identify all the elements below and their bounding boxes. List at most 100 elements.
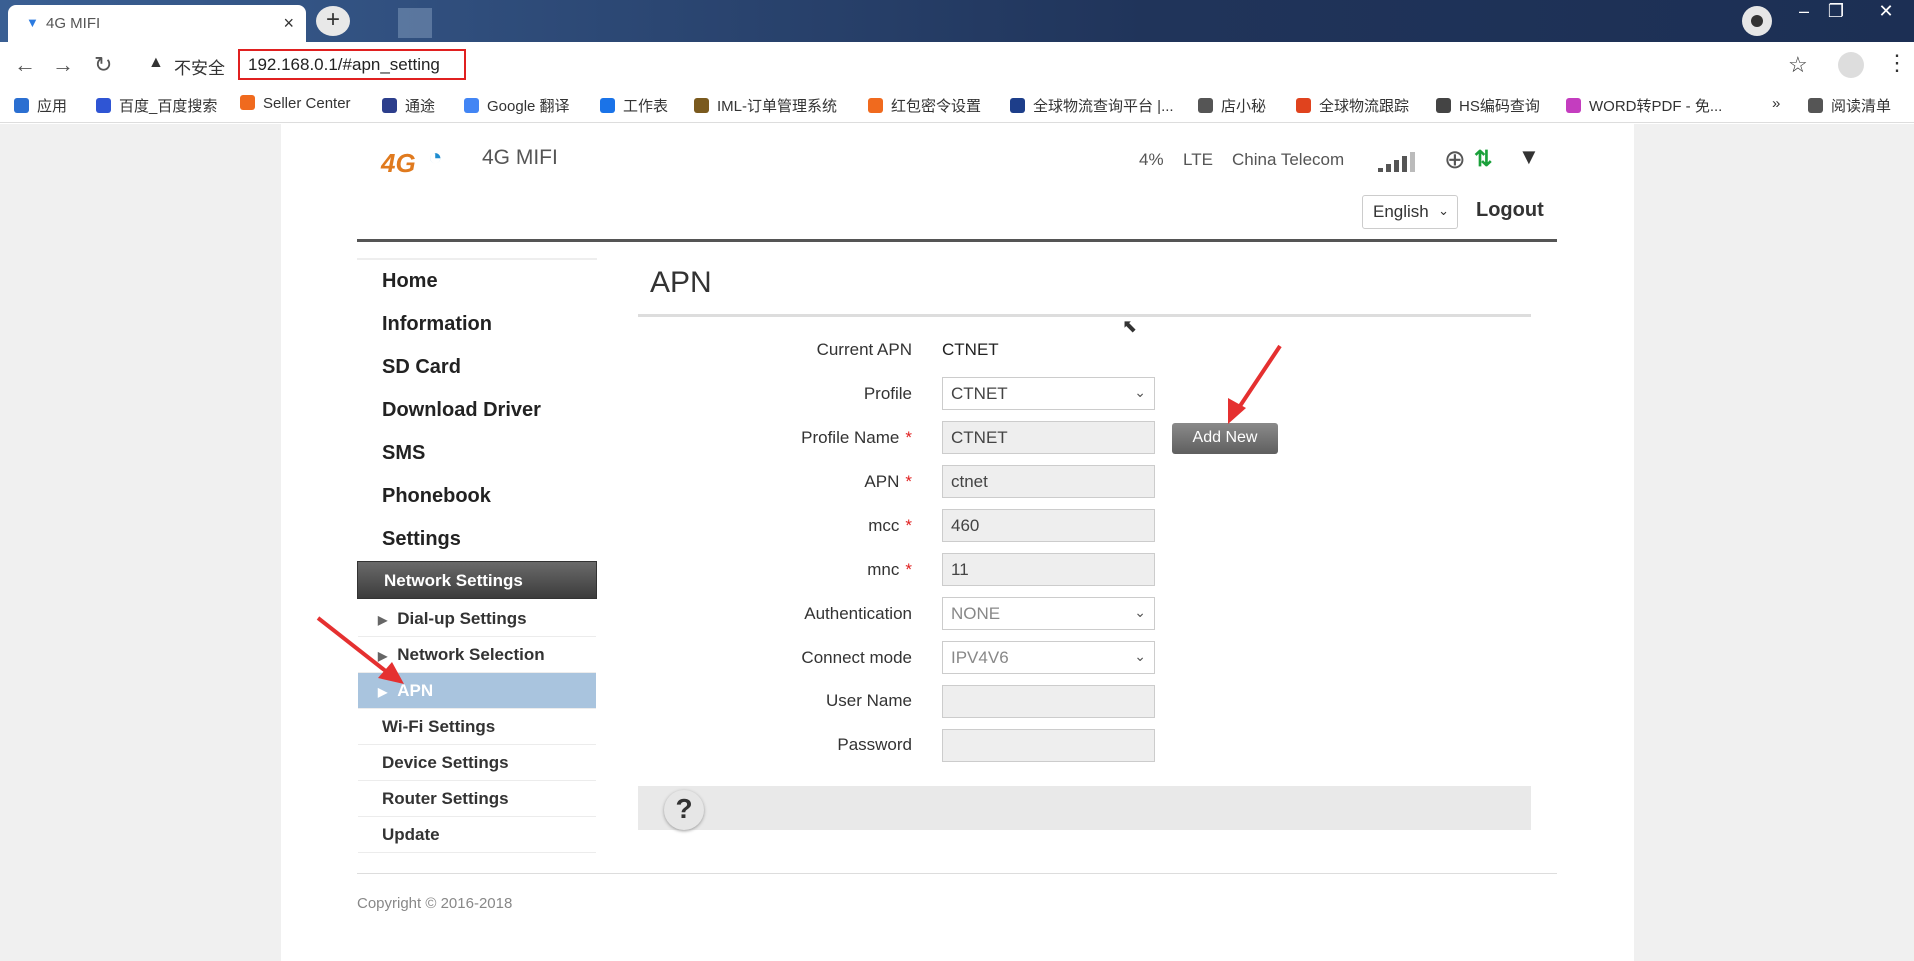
menu-wifi-settings[interactable]: Wi-Fi Settings	[358, 709, 596, 745]
mouse-cursor-icon: ⬉	[1122, 316, 1138, 336]
security-label[interactable]: 不安全	[174, 54, 225, 79]
profile-select[interactable]: CTNET ⌄	[942, 377, 1155, 410]
bookmark-item[interactable]: IML-订单管理系统	[694, 95, 837, 116]
menu-phonebook[interactable]: Phonebook	[382, 485, 491, 508]
language-value: English	[1373, 202, 1429, 221]
submenu-label: Dial-up Settings	[397, 609, 527, 628]
account-icon[interactable]	[1838, 52, 1864, 78]
bookmark-item[interactable]: 阅读清单	[1808, 95, 1891, 116]
bookmark-item[interactable]: HS编码查询	[1436, 95, 1540, 116]
bookmark-icon	[1010, 98, 1025, 113]
current-apn-label: Current APN	[816, 340, 912, 359]
red-arrow-apn-icon	[316, 616, 404, 684]
new-tab-button[interactable]: +	[316, 6, 350, 36]
header-divider	[357, 239, 1557, 242]
red-arrow-add-new-icon	[1228, 344, 1282, 424]
browser-tab[interactable]: ▼ 4G MIFI ×	[8, 5, 306, 42]
password-input[interactable]	[942, 729, 1155, 762]
add-new-button[interactable]: Add New	[1172, 423, 1278, 454]
username-input[interactable]	[942, 685, 1155, 718]
apn-input[interactable]: ctnet	[942, 465, 1155, 498]
battery-level: 4%	[1139, 150, 1164, 169]
bookmark-item[interactable]: 通途	[382, 95, 435, 116]
bookmark-icon	[1296, 98, 1311, 113]
bookmark-label: 店小秘	[1221, 98, 1267, 115]
connect-mode-select[interactable]: IPV4V6 ⌄	[942, 641, 1155, 674]
bookmark-label: IML-订单管理系统	[717, 98, 838, 115]
brand-name: 4G MIFI	[482, 146, 558, 169]
tab-title: 4G MIFI	[46, 15, 101, 32]
bookmark-item[interactable]: 全球物流查询平台 |...	[1010, 95, 1174, 116]
bookmark-item[interactable]: 全球物流跟踪	[1296, 95, 1409, 116]
bookmark-icon	[14, 98, 29, 113]
bookmark-item[interactable]: Seller Center	[240, 95, 351, 112]
profile-name-input[interactable]: CTNET	[942, 421, 1155, 454]
profile-icon[interactable]	[1742, 6, 1772, 36]
bookmark-item[interactable]: Google 翻译	[464, 95, 570, 116]
browser-window: ▼ 4G MIFI × + – ❐ ✕ ← → ↻ ▲ 不安全 192.168.…	[0, 0, 1914, 961]
required-mark: *	[905, 472, 912, 491]
bookmark-item[interactable]: WORD转PDF - 免...	[1566, 95, 1722, 116]
bookmark-item[interactable]: 应用	[14, 95, 67, 116]
menu-sd-card[interactable]: SD Card	[382, 356, 461, 379]
warning-icon[interactable]: ▲	[148, 54, 164, 72]
menu-home[interactable]: Home	[382, 270, 438, 293]
bookmark-icon	[1808, 98, 1823, 113]
signal-strength-icon	[1378, 152, 1416, 172]
bookmark-item[interactable]: 工作表	[600, 95, 668, 116]
apn-label: APN *	[732, 472, 912, 492]
bookmark-label: 红包密令设置	[891, 98, 982, 115]
bookmark-item[interactable]: 百度_百度搜索	[96, 95, 217, 116]
forward-icon[interactable]: →	[52, 52, 74, 78]
title-divider	[638, 314, 1531, 317]
back-icon[interactable]: ←	[14, 52, 36, 78]
bookmark-item[interactable]: 店小秘	[1198, 95, 1266, 116]
bookmark-label: 百度_百度搜索	[119, 98, 218, 115]
menu-download-driver[interactable]: Download Driver	[382, 399, 541, 422]
chevron-down-icon: ⌄	[1134, 384, 1146, 400]
bookmark-label: Seller Center	[263, 95, 351, 112]
profile-label: Profile	[863, 384, 912, 403]
help-button[interactable]: ?	[664, 790, 704, 830]
menu-update[interactable]: Update	[358, 817, 596, 853]
mcc-input[interactable]: 460	[942, 509, 1155, 542]
username-label: User Name	[826, 691, 912, 710]
logout-link[interactable]: Logout	[1476, 199, 1544, 222]
authentication-value: NONE	[951, 604, 1001, 623]
maximize-icon[interactable]: ❐	[1816, 0, 1856, 24]
data-transfer-icon: ⇅	[1474, 146, 1493, 171]
menu-sms[interactable]: SMS	[382, 442, 425, 465]
close-tab-icon[interactable]: ×	[283, 13, 294, 34]
required-mark: *	[905, 428, 912, 447]
close-window-icon[interactable]: ✕	[1866, 0, 1906, 24]
authentication-select[interactable]: NONE ⌄	[942, 597, 1155, 630]
bookmark-label: 工作表	[623, 98, 669, 115]
current-apn-value: CTNET	[942, 340, 999, 359]
wifi-favicon-icon: ▼	[26, 15, 39, 30]
logo-4g: 4G	[381, 148, 416, 178]
mnc-label-text: mnc	[867, 560, 900, 579]
menu-router-settings[interactable]: Router Settings	[358, 781, 596, 817]
menu-network-settings[interactable]: Network Settings	[357, 561, 597, 599]
bookmark-item[interactable]: »	[1772, 95, 1780, 112]
bookmark-item[interactable]: 红包密令设置	[868, 95, 981, 116]
bookmark-icon	[240, 95, 255, 110]
bookmark-icon	[464, 98, 479, 113]
mnc-input[interactable]: 11	[942, 553, 1155, 586]
network-type: LTE	[1183, 150, 1213, 169]
help-bar	[638, 786, 1531, 830]
page-title: APN	[650, 266, 712, 299]
bookmark-star-icon[interactable]: ☆	[1788, 52, 1808, 78]
reload-icon[interactable]: ↻	[94, 52, 112, 78]
menu-device-settings[interactable]: Device Settings	[358, 745, 596, 781]
bookmark-label: HS编码查询	[1459, 98, 1540, 115]
bookmark-icon	[96, 98, 111, 113]
language-select[interactable]: English ⌄	[1362, 195, 1458, 229]
bookmark-icon	[1566, 98, 1581, 113]
menu-information[interactable]: Information	[382, 313, 492, 336]
menu-dots-icon[interactable]: ⋮	[1886, 50, 1908, 76]
bookmark-label: »	[1772, 95, 1781, 112]
menu-settings[interactable]: Settings	[382, 528, 461, 551]
address-bar[interactable]: 192.168.0.1/#apn_setting	[238, 49, 466, 80]
globe-icon: ⊕	[1444, 144, 1466, 174]
